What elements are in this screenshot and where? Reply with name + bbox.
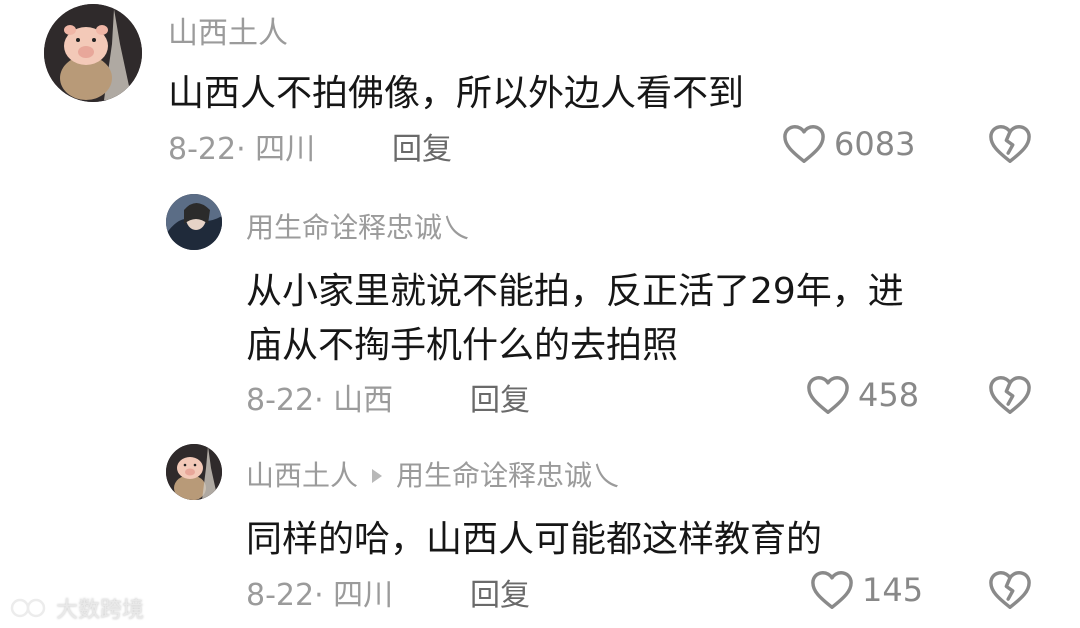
reply-to-username[interactable]: 用生命诠释忠诚乀 <box>396 459 620 492</box>
reply-button[interactable]: 回复 <box>392 124 452 168</box>
pig-avatar-icon <box>44 4 142 102</box>
comment-text: 同样的哈，山西人可能都这样教育的 <box>246 519 823 560</box>
heart-outline-icon <box>811 571 853 609</box>
avatar[interactable] <box>44 4 142 102</box>
reply-chain: 山西土人 用生命诠释忠诚乀 <box>246 454 620 494</box>
comment-username[interactable]: 用生命诠释忠诚乀 <box>246 206 470 246</box>
comment-username[interactable]: 山西土人 <box>168 8 288 52</box>
comment-meta: 8-22· 四川 <box>246 578 394 613</box>
comment-meta: 8-22· 山西 <box>246 383 394 418</box>
like-count: 458 <box>858 376 920 414</box>
dislike-button[interactable] <box>988 124 1032 168</box>
heart-outline-icon <box>807 376 849 414</box>
broken-heart-icon <box>989 571 1031 609</box>
reply-arrow-icon <box>372 468 383 483</box>
comment-text-line-1: 从小家里就说不能拍，反正活了29年，进 <box>246 271 904 312</box>
heart-outline-icon <box>783 125 825 163</box>
watermark: 大数跨境 <box>10 592 144 624</box>
comment-meta: 8-22· 四川 <box>168 132 316 167</box>
comment-username[interactable]: 山西土人 <box>246 459 358 492</box>
comment-text-line-2: 庙从不掏手机什么的去拍照 <box>246 325 679 366</box>
watermark-logo-icon <box>10 598 46 618</box>
broken-heart-icon <box>989 376 1031 414</box>
like-count: 6083 <box>834 125 916 163</box>
comment-text: 山西人不拍佛像，所以外边人看不到 <box>168 73 745 114</box>
dislike-button[interactable] <box>988 570 1032 614</box>
avatar[interactable] <box>166 444 222 500</box>
broken-heart-icon <box>989 125 1031 163</box>
like-button[interactable]: 145 <box>810 570 923 610</box>
pig-avatar-icon <box>166 444 222 500</box>
avatar[interactable] <box>166 194 222 250</box>
watermark-text: 大数跨境 <box>56 598 145 623</box>
user-avatar-icon <box>166 194 222 250</box>
like-count: 145 <box>862 571 924 609</box>
reply-button[interactable]: 回复 <box>470 570 530 614</box>
like-button[interactable]: 6083 <box>782 124 915 164</box>
like-button[interactable]: 458 <box>806 375 919 415</box>
dislike-button[interactable] <box>988 375 1032 419</box>
reply-button[interactable]: 回复 <box>470 375 530 419</box>
